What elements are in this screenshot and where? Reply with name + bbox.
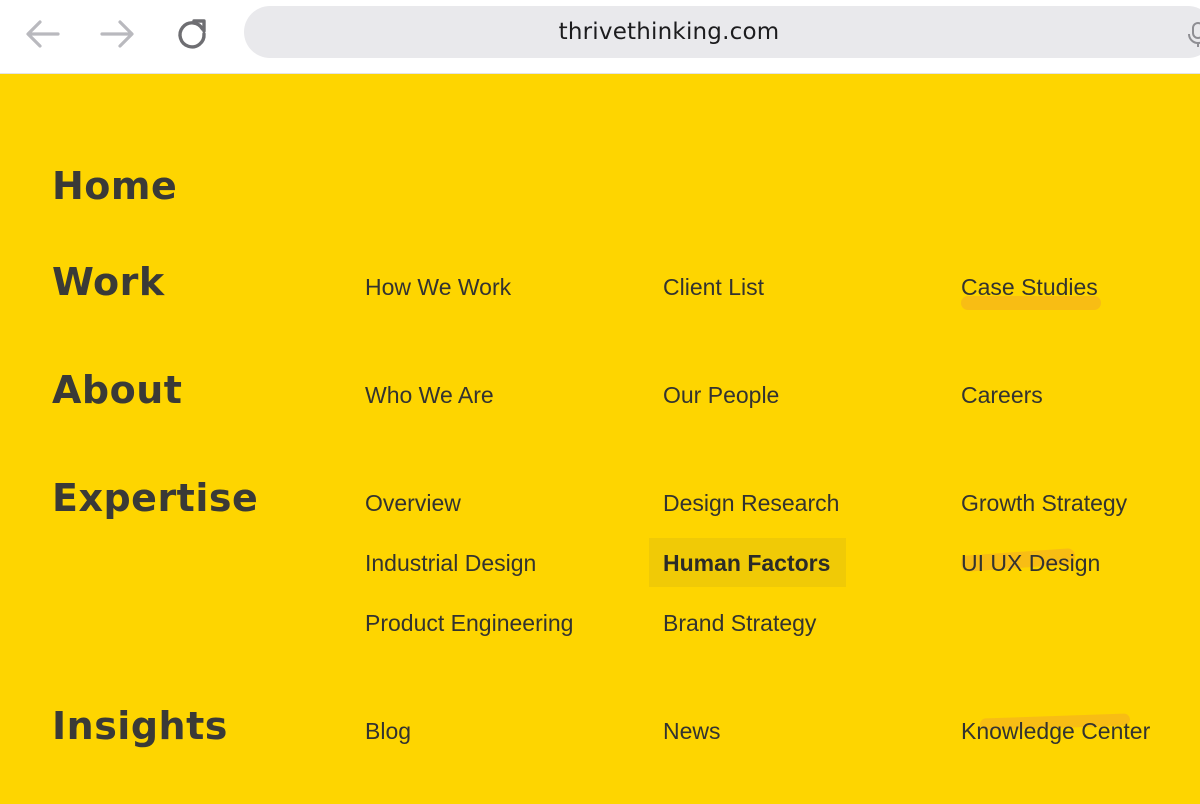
nav-expertise[interactable]: Expertise — [52, 476, 258, 520]
nav-about[interactable]: About — [52, 368, 182, 412]
site-navigation-menu: Home Work How We Work Client List Case S… — [0, 74, 1200, 804]
link-human-factors[interactable]: Human Factors — [663, 550, 830, 577]
link-client-list[interactable]: Client List — [663, 274, 764, 301]
link-growth-strategy[interactable]: Growth Strategy — [961, 490, 1127, 517]
browser-toolbar: thrivethinking.com — [0, 0, 1200, 74]
link-ui-ux-design[interactable]: UI UX Design — [961, 550, 1100, 577]
link-overview[interactable]: Overview — [365, 490, 461, 517]
url-text: thrivethinking.com — [558, 19, 780, 45]
link-careers[interactable]: Careers — [961, 382, 1043, 409]
nav-work[interactable]: Work — [52, 260, 165, 304]
link-product-engineering[interactable]: Product Engineering — [365, 610, 573, 637]
link-brand-strategy[interactable]: Brand Strategy — [663, 610, 816, 637]
link-knowledge-center[interactable]: Knowledge Center — [961, 718, 1150, 745]
link-design-research[interactable]: Design Research — [663, 490, 839, 517]
link-our-people[interactable]: Our People — [663, 382, 779, 409]
nav-home[interactable]: Home — [52, 164, 177, 208]
address-bar[interactable]: thrivethinking.com — [244, 6, 1200, 58]
nav-insights[interactable]: Insights — [52, 704, 228, 748]
link-news[interactable]: News — [663, 718, 721, 745]
link-how-we-work[interactable]: How We Work — [365, 274, 511, 301]
link-who-we-are[interactable]: Who We Are — [365, 382, 494, 409]
microphone-icon[interactable] — [1188, 22, 1200, 47]
link-industrial-design[interactable]: Industrial Design — [365, 550, 536, 577]
link-case-studies[interactable]: Case Studies — [961, 274, 1098, 301]
link-blog[interactable]: Blog — [365, 718, 411, 745]
reload-icon[interactable] — [172, 14, 212, 54]
forward-arrow-icon[interactable] — [98, 14, 138, 54]
back-arrow-icon[interactable] — [22, 14, 62, 54]
